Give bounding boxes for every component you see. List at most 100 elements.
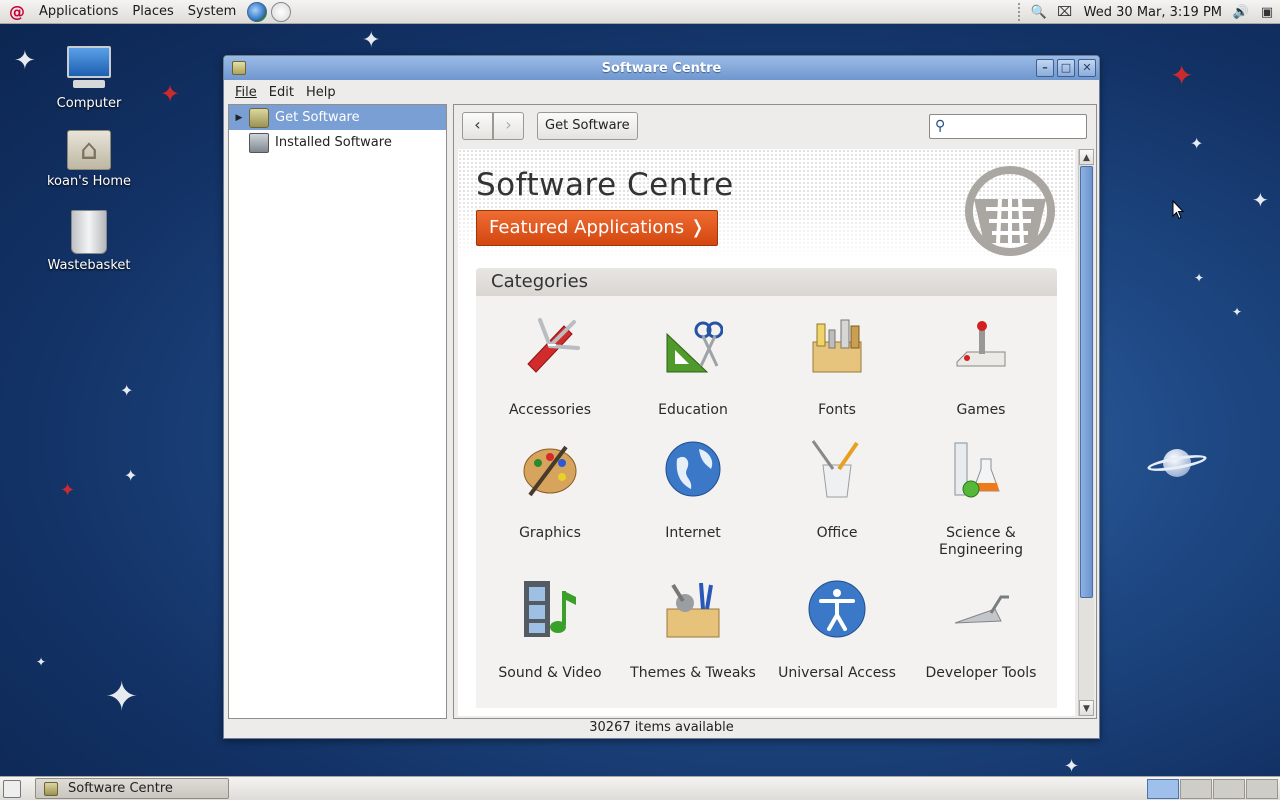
flask-icon: [954, 442, 1000, 498]
window-titlebar[interactable]: Software Centre – □ ✕: [224, 56, 1099, 80]
trash-icon: [71, 210, 107, 254]
system-menu[interactable]: System: [181, 4, 243, 19]
vertical-scrollbar[interactable]: ▲ ▼: [1078, 149, 1094, 716]
volume-icon[interactable]: 🔊: [1232, 3, 1250, 21]
category-universal-access[interactable]: Universal Access: [765, 579, 909, 682]
minimize-button[interactable]: –: [1036, 59, 1054, 77]
category-games[interactable]: Games: [909, 316, 1053, 419]
forward-button[interactable]: ›: [493, 112, 524, 140]
category-sound-video[interactable]: Sound & Video: [478, 579, 622, 682]
mail-launcher-icon[interactable]: [271, 1, 292, 22]
banner: Software Centre Featured Applications ❭: [458, 149, 1075, 264]
education-icon: [666, 321, 724, 373]
sidebar: ▶ Get Software Installed Software: [228, 104, 447, 719]
desktop-icon-wastebasket[interactable]: Wastebasket: [39, 210, 139, 273]
menu-file[interactable]: File: [229, 85, 263, 100]
desktop-icon-home[interactable]: koan's Home: [39, 130, 139, 189]
film-music-icon: [524, 581, 576, 637]
joystick-icon: [956, 321, 1006, 367]
desktop-icon-computer[interactable]: Computer: [39, 46, 139, 111]
star-decoration: ✦: [60, 480, 76, 501]
workspace-3[interactable]: [1213, 779, 1245, 799]
sidebar-item-installed-software[interactable]: Installed Software: [229, 130, 446, 155]
star-decoration: ✦: [1064, 756, 1080, 777]
pencil-cup-icon: [811, 440, 859, 498]
menubar: File Edit Help: [224, 80, 1099, 104]
show-desktop-button[interactable]: [3, 780, 21, 798]
scroll-down-arrow-icon[interactable]: ▼: [1079, 700, 1094, 716]
taskbar-item-software-centre[interactable]: Software Centre: [35, 778, 229, 799]
fonts-icon: [812, 319, 862, 373]
content-area: Software Centre Featured Applications ❭ …: [458, 149, 1075, 716]
category-education[interactable]: Education: [621, 316, 765, 419]
star-decoration: ✦: [1252, 188, 1269, 212]
category-label: Themes & Tweaks: [630, 665, 756, 681]
palette-icon: [523, 445, 577, 497]
category-science-engineering[interactable]: Science & Engineering: [909, 439, 1053, 559]
back-button[interactable]: ‹: [462, 112, 493, 140]
category-label: Universal Access: [778, 665, 896, 681]
software-centre-window: Software Centre – □ ✕ File Edit Help ▶ G…: [223, 55, 1100, 739]
star-decoration: ✦: [1232, 305, 1243, 319]
desktop-icon-label: Computer: [56, 96, 122, 111]
category-developer-tools[interactable]: Developer Tools: [909, 579, 1053, 682]
category-label: Graphics: [519, 525, 581, 541]
category-label: Games: [956, 402, 1006, 418]
featured-applications-button[interactable]: Featured Applications ❭: [476, 210, 718, 246]
accessibility-icon: [808, 580, 866, 638]
workspace-1[interactable]: [1147, 779, 1179, 799]
applications-menu[interactable]: Applications: [32, 4, 125, 19]
workspace-switcher: [1147, 779, 1278, 799]
category-label: Science & Engineering: [939, 525, 1023, 558]
star-decoration: ✦: [1194, 271, 1205, 285]
places-menu[interactable]: Places: [125, 4, 180, 19]
star-decoration: ✦: [362, 28, 381, 53]
top-panel: @ Applications Places System 🔍 ⌧ Wed 30 …: [0, 0, 1280, 24]
search-icon: ⚲: [935, 118, 946, 134]
basket-icon: [249, 107, 269, 128]
close-button[interactable]: ✕: [1078, 59, 1096, 77]
globe-icon: [665, 441, 721, 497]
star-decoration: ✦: [1170, 59, 1194, 92]
monitor-icon: [249, 132, 269, 153]
star-decoration: ✦: [1190, 134, 1204, 153]
mouse-cursor-icon: [1172, 200, 1184, 220]
web-browser-launcher-icon[interactable]: [247, 1, 268, 22]
category-fonts[interactable]: Fonts: [765, 316, 909, 419]
category-internet[interactable]: Internet: [621, 439, 765, 542]
network-tray-icon[interactable]: ⌧: [1056, 3, 1074, 21]
clock[interactable]: Wed 30 Mar, 3:19 PM: [1078, 5, 1228, 20]
category-themes-tweaks[interactable]: Themes & Tweaks: [621, 579, 765, 682]
planet-decoration: [1146, 445, 1208, 481]
categories-panel: Categories Accessories Education Fonts G…: [476, 268, 1057, 708]
workspace-2[interactable]: [1180, 779, 1212, 799]
scroll-up-arrow-icon[interactable]: ▲: [1079, 149, 1094, 165]
basket-icon: [44, 782, 58, 796]
search-input[interactable]: ⚲: [929, 114, 1087, 139]
scrollbar-thumb[interactable]: [1080, 166, 1093, 598]
menu-help[interactable]: Help: [300, 85, 342, 100]
star-decoration: ✦: [14, 46, 36, 76]
swiss-knife-icon: [527, 318, 580, 373]
breadcrumb-get-software[interactable]: Get Software: [537, 112, 638, 140]
home-folder-icon: [67, 130, 111, 170]
status-bar: 30267 items available: [589, 720, 734, 735]
menu-edit[interactable]: Edit: [263, 85, 300, 100]
desktop-icon-label: Wastebasket: [47, 258, 131, 273]
bottom-panel: Software Centre: [0, 776, 1280, 800]
maximize-button[interactable]: □: [1057, 59, 1075, 77]
category-label: Education: [658, 402, 728, 418]
star-decoration: ✦: [36, 655, 47, 669]
category-label: Fonts: [818, 402, 856, 418]
workspace-4[interactable]: [1246, 779, 1278, 799]
sidebar-item-get-software[interactable]: ▶ Get Software: [229, 105, 446, 130]
debian-logo-icon[interactable]: @: [8, 2, 26, 21]
search-tray-icon[interactable]: 🔍: [1030, 3, 1048, 21]
update-notifier-icon[interactable]: ▣: [1258, 3, 1276, 21]
category-label: Sound & Video: [498, 665, 602, 681]
category-office[interactable]: Office: [765, 439, 909, 542]
expander-arrow-icon[interactable]: ▶: [229, 113, 249, 123]
category-graphics[interactable]: Graphics: [478, 439, 622, 542]
category-accessories[interactable]: Accessories: [478, 316, 622, 419]
category-label: Accessories: [508, 402, 592, 418]
